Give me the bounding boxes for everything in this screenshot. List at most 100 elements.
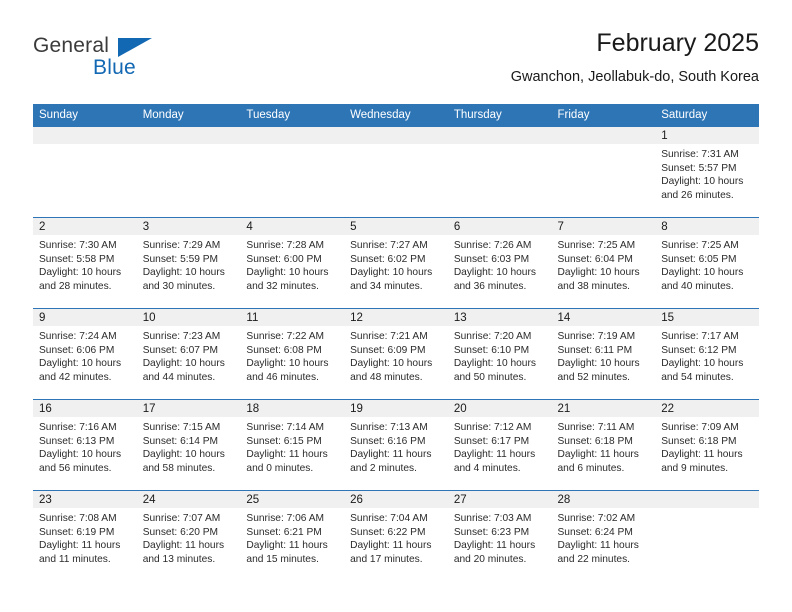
- calendar-cell-inner: [447, 127, 552, 217]
- calendar-cell-day-10[interactable]: 10 Sunrise: 7:23 AM Sunset: 6:07 PM Dayligh…: [136, 308, 241, 400]
- sunset-text: Sunset: 6:07 PM: [142, 344, 219, 356]
- day-details: Sunrise: 7:30 AM Sunset: 5:58 PM Daylight:…: [33, 235, 137, 293]
- general-blue-logo[interactable]: General Blue: [33, 34, 233, 90]
- calendar-cell-day-24[interactable]: 24 Sunrise: 7:07 AM Sunset: 6:20 PM Dayligh…: [136, 490, 241, 581]
- calendar-cell-inner: 8 Sunrise: 7:25 AM Sunset: 6:05 PM Daylight…: [655, 218, 759, 308]
- daylight-text-line2: and 38 minutes.: [557, 280, 631, 292]
- calendar-cell-empty: [447, 127, 552, 218]
- day-number: 18: [240, 400, 345, 417]
- calendar-cell-day-1[interactable]: 1 Sunrise: 7:31 AM Sunset: 5:57 PM Daylight…: [655, 127, 759, 218]
- calendar-cell-day-18[interactable]: 18 Sunrise: 7:14 AM Sunset: 6:15 PM Dayligh…: [240, 399, 345, 491]
- page-subtitle: Gwanchon, Jeollabuk-do, South Korea: [510, 69, 759, 85]
- calendar-cell-day-12[interactable]: 12 Sunrise: 7:21 AM Sunset: 6:09 PM Dayligh…: [344, 308, 448, 400]
- day-number: 4: [240, 218, 345, 235]
- sunset-text: Sunset: 5:59 PM: [142, 253, 219, 265]
- sunrise-text: Sunrise: 7:12 AM: [453, 422, 532, 433]
- weekday-header-wednesday: Wednesday: [344, 104, 448, 127]
- calendar-cell-day-19[interactable]: 19 Sunrise: 7:13 AM Sunset: 6:16 PM Dayligh…: [344, 399, 448, 491]
- daylight-text-line2: and 11 minutes.: [39, 553, 111, 565]
- calendar-cell-day-6[interactable]: 6 Sunrise: 7:26 AM Sunset: 6:03 PM Daylight…: [447, 217, 552, 309]
- daylight-text-line1: Daylight: 10 hours: [39, 449, 122, 461]
- sunset-text: Sunset: 6:13 PM: [39, 435, 115, 447]
- day-number: 8: [655, 218, 759, 235]
- sunset-text: Sunset: 6:12 PM: [661, 344, 737, 356]
- daylight-text-line1: Daylight: 10 hours: [661, 176, 744, 188]
- calendar-cell-day-20[interactable]: 20 Sunrise: 7:12 AM Sunset: 6:17 PM Dayligh…: [447, 399, 552, 491]
- page-title: February 2025: [596, 29, 759, 57]
- day-details: Sunrise: 7:14 AM Sunset: 6:15 PM Daylight:…: [240, 417, 344, 475]
- sunset-text: Sunset: 6:03 PM: [453, 253, 530, 265]
- daylight-text-line1: Daylight: 10 hours: [246, 267, 329, 279]
- daylight-text-line1: Daylight: 10 hours: [661, 358, 744, 370]
- calendar-cell-day-27[interactable]: 27 Sunrise: 7:03 AM Sunset: 6:23 PM Dayligh…: [447, 490, 552, 581]
- calendar-cell-day-7[interactable]: 7 Sunrise: 7:25 AM Sunset: 6:04 PM Daylight…: [551, 217, 656, 309]
- day-number: 14: [551, 309, 656, 326]
- calendar-cell-day-11[interactable]: 11 Sunrise: 7:22 AM Sunset: 6:08 PM Dayligh…: [240, 308, 345, 400]
- sunset-text: Sunset: 6:21 PM: [246, 526, 322, 538]
- day-details: Sunrise: 7:13 AM Sunset: 6:16 PM Daylight:…: [344, 417, 448, 475]
- daylight-text-line2: and 2 minutes.: [350, 462, 417, 474]
- day-number: 17: [136, 400, 241, 417]
- calendar-cell-day-28[interactable]: 28 Sunrise: 7:02 AM Sunset: 6:24 PM Dayligh…: [551, 490, 656, 581]
- calendar-cell-day-21[interactable]: 21 Sunrise: 7:11 AM Sunset: 6:18 PM Dayligh…: [551, 399, 656, 491]
- calendar-cell-day-25[interactable]: 25 Sunrise: 7:06 AM Sunset: 6:21 PM Dayligh…: [240, 490, 345, 581]
- day-number: 27: [447, 491, 552, 508]
- calendar-cell-inner: 27 Sunrise: 7:03 AM Sunset: 6:23 PM Dayligh…: [447, 491, 552, 581]
- calendar-cell-inner: 4 Sunrise: 7:28 AM Sunset: 6:00 PM Daylight…: [240, 218, 345, 308]
- calendar-cell-day-9[interactable]: 9 Sunrise: 7:24 AM Sunset: 6:06 PM Daylight…: [33, 308, 137, 400]
- weekday-header-thursday: Thursday: [447, 104, 552, 127]
- daylight-text-line2: and 6 minutes.: [557, 462, 625, 474]
- calendar-cell-day-14[interactable]: 14 Sunrise: 7:19 AM Sunset: 6:11 PM Dayligh…: [551, 308, 656, 400]
- calendar-cell-inner: 13 Sunrise: 7:20 AM Sunset: 6:10 PM Dayligh…: [447, 309, 552, 399]
- day-number: 23: [33, 491, 137, 508]
- calendar-cell-day-15[interactable]: 15 Sunrise: 7:17 AM Sunset: 6:12 PM Dayligh…: [655, 308, 759, 400]
- sunrise-sunset-calendar: Sunday Monday Tuesday Wednesday Thursday Frid…: [33, 104, 759, 581]
- daylight-text-line1: Daylight: 11 hours: [246, 540, 328, 552]
- calendar-cell-inner: [136, 127, 241, 217]
- calendar-cell-day-3[interactable]: 3 Sunrise: 7:29 AM Sunset: 5:59 PM Daylight…: [136, 217, 241, 309]
- sunrise-text: Sunrise: 7:03 AM: [453, 513, 532, 524]
- weekday-header-friday: Friday: [551, 104, 656, 127]
- calendar-page: General Blue February 2025 Gwanchon, Jeo…: [0, 0, 792, 612]
- calendar-cell-day-17[interactable]: 17 Sunrise: 7:15 AM Sunset: 6:14 PM Dayligh…: [136, 399, 241, 491]
- sunset-text: Sunset: 6:06 PM: [39, 344, 115, 356]
- calendar-cell-day-26[interactable]: 26 Sunrise: 7:04 AM Sunset: 6:22 PM Dayligh…: [344, 490, 448, 581]
- daylight-text-line2: and 54 minutes.: [661, 371, 734, 383]
- day-number: 22: [655, 400, 759, 417]
- daylight-text-line2: and 20 minutes.: [453, 553, 527, 565]
- calendar-cell-inner: 9 Sunrise: 7:24 AM Sunset: 6:06 PM Daylight…: [33, 309, 137, 399]
- calendar-cell-empty: [33, 127, 137, 218]
- daylight-text-line1: Daylight: 11 hours: [453, 449, 536, 461]
- calendar-cell-day-22[interactable]: 22 Sunrise: 7:09 AM Sunset: 6:18 PM Dayligh…: [655, 399, 759, 491]
- daylight-text-line1: Daylight: 11 hours: [350, 540, 432, 552]
- daylight-text-line1: Daylight: 11 hours: [350, 449, 432, 461]
- sunrise-text: Sunrise: 7:24 AM: [39, 331, 117, 342]
- day-details: Sunrise: 7:06 AM Sunset: 6:21 PM Daylight:…: [240, 508, 344, 566]
- day-details: Sunrise: 7:25 AM Sunset: 6:04 PM Daylight:…: [552, 235, 656, 293]
- calendar-cell-inner: 5 Sunrise: 7:27 AM Sunset: 6:02 PM Daylight…: [344, 218, 448, 308]
- day-details: Sunrise: 7:22 AM Sunset: 6:08 PM Daylight:…: [240, 326, 344, 384]
- day-details: Sunrise: 7:19 AM Sunset: 6:11 PM Daylight:…: [552, 326, 656, 384]
- day-number: [240, 127, 345, 144]
- calendar-cell-day-4[interactable]: 4 Sunrise: 7:28 AM Sunset: 6:00 PM Daylight…: [240, 217, 345, 309]
- day-details: Sunrise: 7:08 AM Sunset: 6:19 PM Daylight:…: [33, 508, 137, 566]
- calendar-cell-day-16[interactable]: 16 Sunrise: 7:16 AM Sunset: 6:13 PM Dayligh…: [33, 399, 137, 491]
- day-number: 25: [240, 491, 345, 508]
- calendar-cell-inner: 15 Sunrise: 7:17 AM Sunset: 6:12 PM Dayligh…: [655, 309, 759, 399]
- calendar-cell-day-8[interactable]: 8 Sunrise: 7:25 AM Sunset: 6:05 PM Daylight…: [655, 217, 759, 309]
- calendar-cell-day-5[interactable]: 5 Sunrise: 7:27 AM Sunset: 6:02 PM Daylight…: [344, 217, 448, 309]
- sunset-text: Sunset: 6:00 PM: [246, 253, 322, 265]
- sunrise-text: Sunrise: 7:16 AM: [39, 422, 117, 433]
- day-details: Sunrise: 7:21 AM Sunset: 6:09 PM Daylight:…: [344, 326, 448, 384]
- daylight-text-line1: Daylight: 10 hours: [453, 267, 536, 279]
- daylight-text-line2: and 30 minutes.: [142, 280, 216, 292]
- calendar-cell-inner: 28 Sunrise: 7:02 AM Sunset: 6:24 PM Dayligh…: [551, 491, 656, 581]
- day-number: 6: [447, 218, 552, 235]
- calendar-cell-day-23[interactable]: 23 Sunrise: 7:08 AM Sunset: 6:19 PM Dayligh…: [33, 490, 137, 581]
- calendar-cell-day-2[interactable]: 2 Sunrise: 7:30 AM Sunset: 5:58 PM Daylight…: [33, 217, 137, 309]
- daylight-text-line2: and 36 minutes.: [453, 280, 527, 292]
- calendar-cell-inner: 19 Sunrise: 7:13 AM Sunset: 6:16 PM Dayligh…: [344, 400, 448, 490]
- calendar-cell-day-13[interactable]: 13 Sunrise: 7:20 AM Sunset: 6:10 PM Dayligh…: [447, 308, 552, 400]
- day-details: [552, 144, 656, 148]
- calendar-cell-inner: 7 Sunrise: 7:25 AM Sunset: 6:04 PM Daylight…: [551, 218, 656, 308]
